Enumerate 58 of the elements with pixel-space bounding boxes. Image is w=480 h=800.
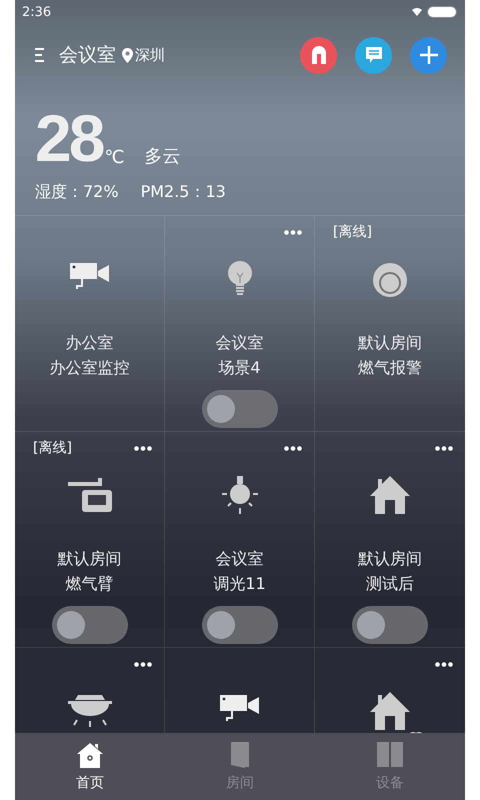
temperature-unit: ℃ [104,147,125,168]
egg-shaped-alarm-icon [373,261,407,297]
house-icon [370,692,410,730]
menu-icon[interactable] [35,47,45,63]
message-button[interactable] [355,36,392,74]
toggle-switch[interactable] [202,606,278,644]
toggle-switch[interactable] [352,606,428,644]
more-icon[interactable] [134,446,152,450]
more-icon[interactable] [435,662,453,666]
device-tile[interactable]: 会议室 调光11 [165,432,315,648]
device-name: 燃气报警 [358,357,422,379]
pm25-reading: PM2.5：13 [140,182,226,203]
device-room: 默认房间 [358,332,422,354]
device-name: 燃气臂 [66,573,114,595]
device-tile[interactable]: 会议室 场景4 [165,216,315,432]
house-icon [370,476,410,514]
arch-door-icon [312,46,326,64]
device-room: 办公室 [66,332,114,354]
more-icon[interactable] [284,446,302,450]
add-button[interactable] [410,36,447,74]
device-tile[interactable]: 办公室 办公室监控 [15,216,165,432]
device-tile[interactable]: [离线] 默认房间 燃气臂 [15,432,165,648]
device-name: 测试后 [366,573,414,595]
device-name: 调光11 [213,573,266,595]
toggle-switch[interactable] [202,390,278,428]
location-pin-icon [122,48,133,62]
door-icon [229,742,251,768]
offline-label: [离线] [33,439,72,457]
bulb-icon [226,261,252,297]
battery-icon [427,6,457,18]
door-button[interactable] [300,36,337,74]
device-name: 场景4 [218,357,261,379]
offline-label: [离线] [333,223,372,241]
weather-condition: 多云 [144,145,181,168]
valve-icon [68,478,112,512]
device-room: 会议室 [216,332,264,354]
more-icon[interactable] [134,662,152,666]
plus-icon [420,46,438,64]
status-time: 2:36 [22,4,52,20]
humidity-reading: 湿度：72% [35,182,119,203]
message-icon [364,46,382,64]
temperature: 28 [35,108,102,168]
device-tile[interactable]: 默认房间 测试后 [315,432,465,648]
cabinet-icon [377,742,403,768]
device-room: 会议室 [216,548,264,570]
device-room: 默认房间 [58,548,122,570]
bulb-rays-icon [222,476,258,514]
toggle-switch[interactable] [52,606,128,644]
device-tile[interactable]: [离线] 默认房间 燃气报警 [315,216,465,432]
city-label[interactable]: 深圳 [135,46,165,64]
more-icon[interactable] [435,446,453,450]
room-title[interactable]: 会议室 [59,42,116,68]
home-tab[interactable]: 首页 [15,733,165,800]
house-icon [77,742,103,768]
wifi-icon [412,8,422,16]
device-room: 默认房间 [358,548,422,570]
device-name: 办公室监控 [50,357,130,379]
ceiling-lamp-icon [68,695,112,727]
